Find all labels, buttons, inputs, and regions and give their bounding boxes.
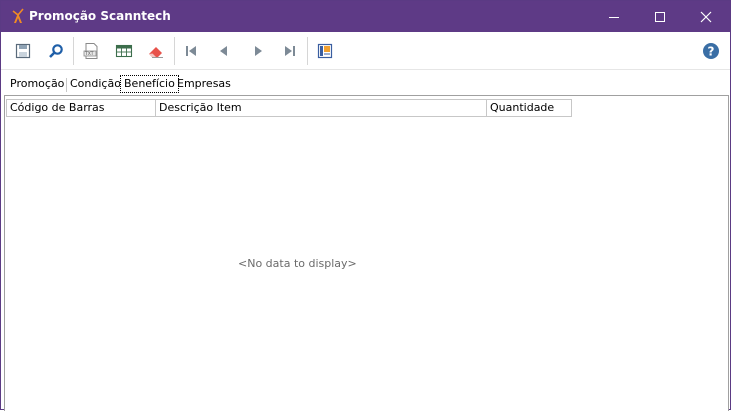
txt-icon-label: TXT [84,51,94,57]
txt-file-icon: TXT [83,43,98,59]
app-window: Promoção Scanntech TXT ? Promoção Condiç… [0,0,731,411]
search-button[interactable] [44,39,68,63]
help-icon: ? [703,43,719,59]
tab-condicao[interactable]: Condição [67,74,124,94]
eraser-icon [149,47,163,58]
clear-button[interactable] [144,39,168,63]
maximize-button[interactable] [637,1,683,32]
minimize-icon [609,16,619,18]
next-record-icon [255,46,262,56]
previous-record-icon [220,46,227,56]
close-icon [700,11,712,22]
tab-beneficio[interactable]: Benefício [120,75,179,93]
last-record-icon [285,46,295,56]
toolbar: TXT ? [1,32,730,70]
report-icon [317,43,333,59]
empty-grid-message: <No data to display> [238,257,357,270]
first-record-button[interactable] [179,39,203,63]
search-icon [49,44,63,58]
close-button[interactable] [683,1,729,32]
column-header-codigo-de-barras[interactable]: Código de Barras [7,100,156,116]
toolbar-separator [307,37,308,65]
toolbar-separator [174,37,175,65]
help-icon-label: ? [708,45,715,59]
help-button[interactable]: ? [699,39,723,63]
last-record-button[interactable] [278,39,302,63]
minimize-button[interactable] [591,1,637,32]
toolbar-separator [73,37,74,65]
column-header-descricao-item[interactable]: Descrição Item [156,100,487,116]
tab-empresas[interactable]: Empresas [174,74,234,94]
grid-header: Código de Barras Descrição Item Quantida… [6,99,572,117]
tab-promocao[interactable]: Promoção [7,74,67,94]
window-title: Promoção Scanntech [29,9,171,23]
table-icon [115,44,133,58]
first-record-icon [186,46,196,56]
save-button[interactable] [11,39,35,63]
table-button[interactable] [112,39,136,63]
title-bar[interactable]: Promoção Scanntech [1,1,730,32]
app-logo-icon [12,8,24,23]
previous-record-button[interactable] [212,39,236,63]
maximize-icon [655,11,665,22]
save-icon [15,43,31,59]
export-txt-button[interactable]: TXT [79,39,103,63]
column-header-quantidade[interactable]: Quantidade [487,100,571,116]
next-record-button[interactable] [246,39,270,63]
report-button[interactable] [313,39,337,63]
tab-panel-beneficio: Código de Barras Descrição Item Quantida… [4,95,729,411]
